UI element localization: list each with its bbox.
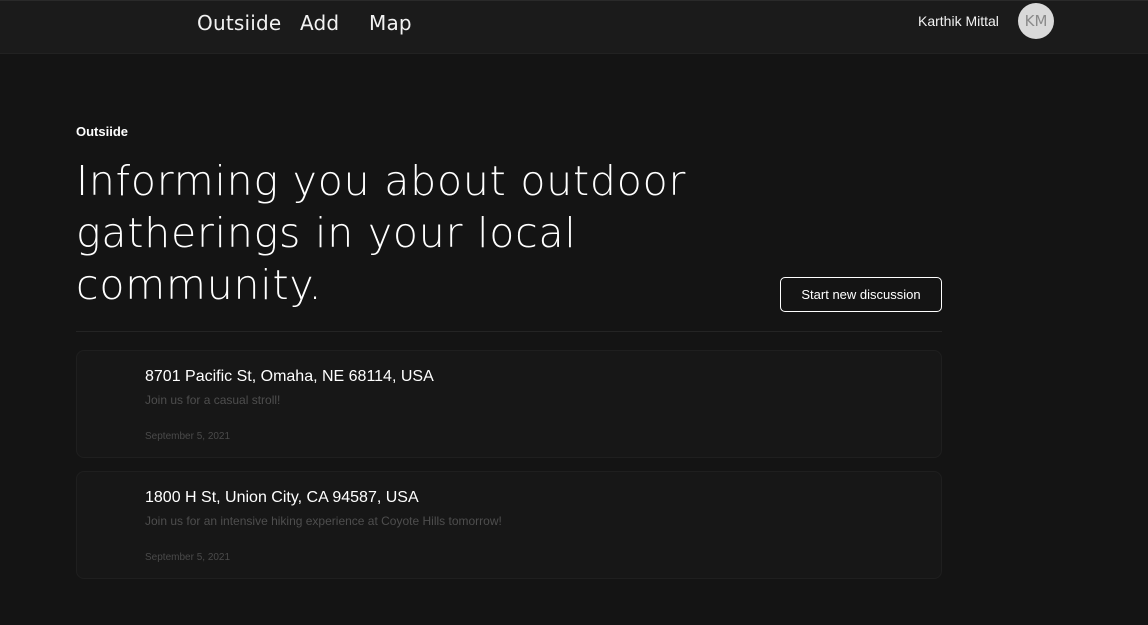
nav-map-link[interactable]: Map bbox=[369, 11, 412, 35]
discussion-card[interactable]: 1800 H St, Union City, CA 94587, USA Joi… bbox=[76, 471, 942, 579]
user-avatar[interactable]: KM bbox=[1018, 3, 1054, 39]
nav-brand-link[interactable]: Outsiide bbox=[197, 11, 281, 35]
discussion-date: September 5, 2021 bbox=[145, 552, 231, 563]
hero-headline: Informing you about outdoor gatherings i… bbox=[76, 157, 687, 309]
user-name: Karthik Mittal bbox=[918, 13, 999, 29]
discussion-card[interactable]: 8701 Pacific St, Omaha, NE 68114, USA Jo… bbox=[76, 350, 942, 458]
nav-add-link[interactable]: Add bbox=[300, 11, 339, 35]
section-divider bbox=[76, 331, 942, 332]
top-navigation-bar: Outsiide Add Map Karthik Mittal KM bbox=[0, 0, 1148, 54]
discussion-date: September 5, 2021 bbox=[145, 431, 231, 442]
hero-kicker: Outsiide bbox=[76, 124, 129, 139]
start-new-discussion-button[interactable]: Start new discussion bbox=[780, 277, 942, 312]
discussion-address: 1800 H St, Union City, CA 94587, USA bbox=[145, 489, 419, 506]
discussion-description: Join us for an intensive hiking experien… bbox=[145, 514, 502, 528]
discussion-description: Join us for a casual stroll! bbox=[145, 393, 281, 407]
discussion-address: 8701 Pacific St, Omaha, NE 68114, USA bbox=[145, 368, 434, 385]
